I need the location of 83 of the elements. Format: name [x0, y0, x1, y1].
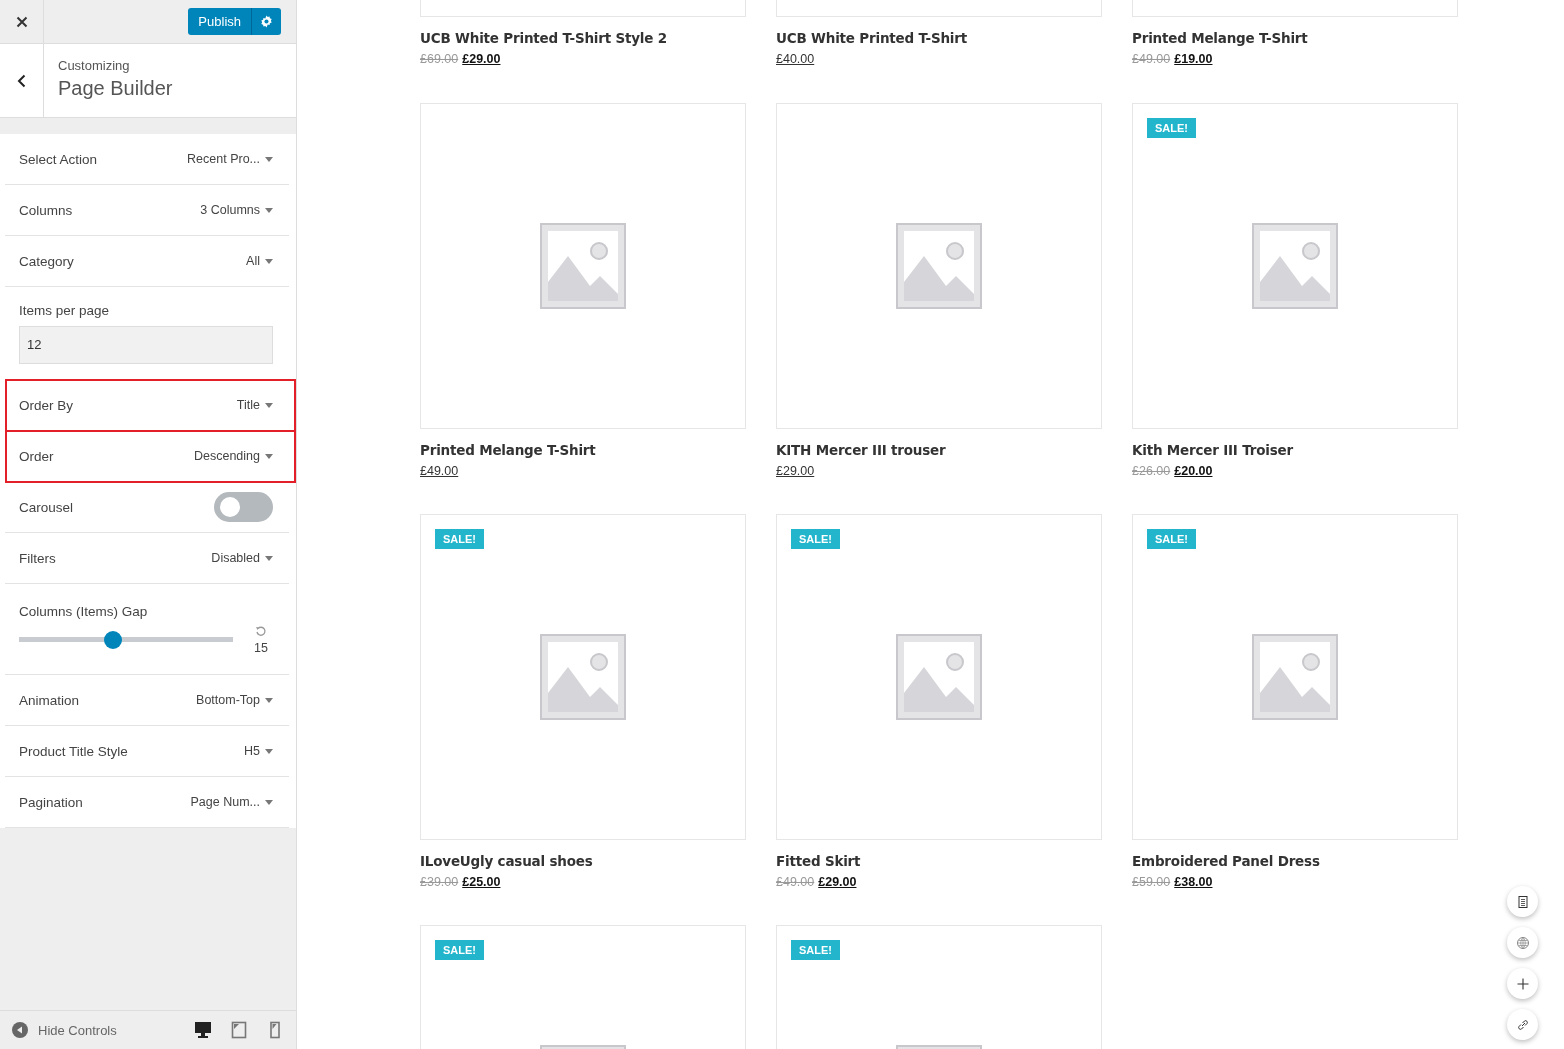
- product-price: £19.00: [1174, 52, 1213, 66]
- tablet-preview-button[interactable]: [230, 1021, 248, 1039]
- globe-icon[interactable]: [1507, 927, 1538, 958]
- old-price: £26.00: [1132, 464, 1171, 478]
- caret-icon: [265, 402, 273, 408]
- image-placeholder-icon: [539, 222, 627, 310]
- caret-icon: [265, 453, 273, 459]
- sale-badge: SALE!: [1147, 118, 1196, 138]
- product-title[interactable]: KITH Mercer III trouser: [776, 442, 1102, 458]
- sale-badge: SALE!: [435, 529, 484, 549]
- setting-label: Order By: [19, 397, 73, 413]
- product-title[interactable]: Fitted Skirt: [776, 853, 1102, 869]
- dropdown[interactable]: Bottom-Top: [196, 693, 273, 707]
- toggle-switch[interactable]: [214, 492, 273, 522]
- hide-controls-button[interactable]: Hide Controls: [12, 1022, 117, 1038]
- image-placeholder-icon: [1251, 222, 1339, 310]
- old-price: £39.00: [420, 875, 459, 889]
- settings-icon[interactable]: [251, 8, 281, 35]
- plus-icon[interactable]: [1507, 968, 1538, 999]
- caret-icon: [265, 697, 273, 703]
- product-price: £20.00: [1174, 464, 1213, 478]
- dropdown[interactable]: Title: [236, 398, 273, 412]
- caret-icon: [265, 748, 273, 754]
- dropdown[interactable]: Page Num...: [190, 795, 273, 809]
- image-placeholder-icon: [895, 633, 983, 721]
- sale-badge: SALE!: [791, 940, 840, 960]
- image-placeholder-icon: [895, 222, 983, 310]
- product-title[interactable]: Printed Melange T-Shirt: [1132, 30, 1458, 46]
- setting-label: Select Action: [19, 151, 98, 167]
- setting-label: Order: [19, 448, 54, 464]
- product-price: £29.00: [818, 875, 857, 889]
- product-title[interactable]: UCB White Printed T-Shirt: [776, 30, 1102, 46]
- dropdown[interactable]: Descending: [194, 449, 273, 463]
- input-field[interactable]: 12: [19, 325, 273, 364]
- setting-label: Pagination: [19, 794, 83, 810]
- dropdown[interactable]: H5: [244, 744, 273, 758]
- product-price: £29.00: [776, 464, 815, 478]
- product-title[interactable]: Embroidered Panel Dress: [1132, 853, 1458, 869]
- product-title[interactable]: UCB White Printed T-Shirt Style 2: [420, 30, 746, 46]
- product-title[interactable]: ILoveUgly casual shoes: [420, 853, 746, 869]
- sale-badge: SALE!: [1147, 529, 1196, 549]
- publish-button[interactable]: Publish: [188, 8, 251, 35]
- image-placeholder-icon: [1251, 633, 1339, 721]
- setting-label: Items per page: [19, 302, 111, 318]
- product-price: £25.00: [462, 875, 501, 889]
- slider-thumb[interactable]: [104, 630, 123, 649]
- sale-badge: SALE!: [791, 529, 840, 549]
- reset-icon[interactable]: [255, 624, 267, 637]
- setting-label: Category: [19, 253, 74, 269]
- setting-label: Product Title Style: [19, 743, 128, 759]
- setting-label: Carousel: [19, 499, 74, 515]
- image-placeholder-icon: [539, 633, 627, 721]
- panel-subtitle: Customizing: [58, 58, 131, 73]
- product-title[interactable]: Kith Mercer III Troiser: [1132, 442, 1458, 458]
- setting-label: Columns (Items) Gap: [19, 603, 149, 619]
- caret-icon: [265, 555, 273, 561]
- product-price: £49.00: [420, 464, 459, 478]
- product-price: £38.00: [1174, 875, 1213, 889]
- collapse-icon[interactable]: [12, 1022, 28, 1038]
- caret-icon: [265, 156, 273, 162]
- setting-label: Filters: [19, 550, 56, 566]
- document-icon[interactable]: [1507, 886, 1538, 917]
- caret-icon: [265, 207, 273, 213]
- setting-label: Columns: [19, 202, 73, 218]
- old-price: £59.00: [1132, 875, 1171, 889]
- caret-icon: [265, 258, 273, 264]
- desktop-preview-button[interactable]: [194, 1021, 212, 1039]
- sale-badge: SALE!: [435, 940, 484, 960]
- dropdown[interactable]: All: [246, 254, 273, 268]
- caret-icon: [265, 799, 273, 805]
- setting-label: Animation: [19, 692, 80, 708]
- panel-title: Page Builder: [58, 77, 173, 100]
- slider-value: 15: [254, 640, 268, 655]
- old-price: £49.00: [1132, 52, 1171, 66]
- dropdown[interactable]: Recent Pro...: [187, 152, 273, 166]
- product-title[interactable]: Printed Melange T-Shirt: [420, 442, 746, 458]
- product-price: £40.00: [776, 52, 815, 66]
- old-price: £49.00: [776, 875, 815, 889]
- product-price: £29.00: [462, 52, 501, 66]
- dropdown[interactable]: 3 Columns: [200, 203, 273, 217]
- dropdown[interactable]: Disabled: [211, 551, 273, 565]
- link-icon[interactable]: [1507, 1009, 1538, 1040]
- old-price: £69.00: [420, 52, 459, 66]
